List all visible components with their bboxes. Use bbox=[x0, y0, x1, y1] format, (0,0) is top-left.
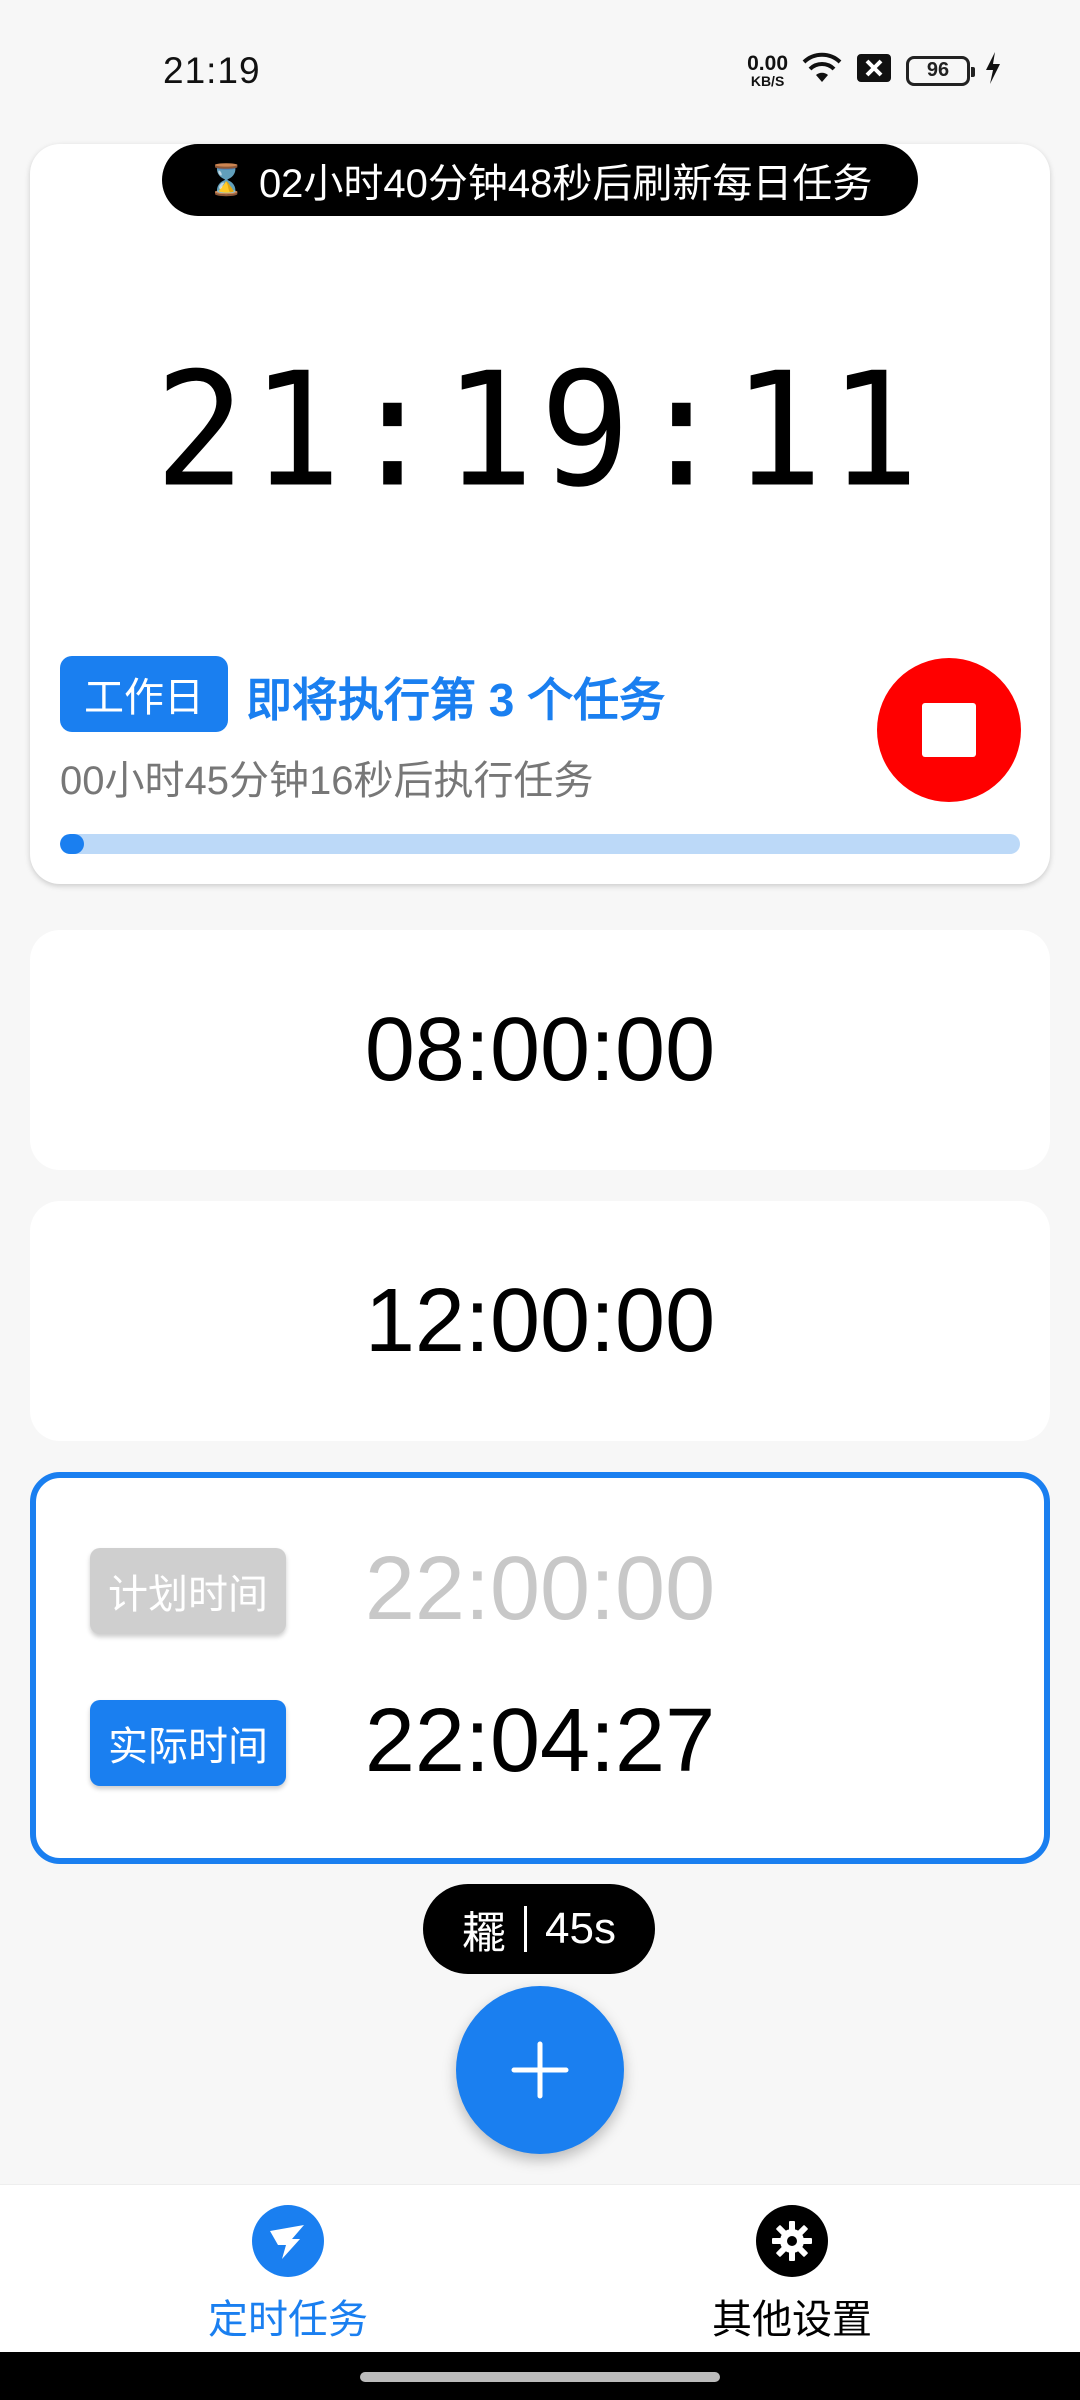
gesture-navigation-bar bbox=[0, 2352, 1080, 2400]
nav-label: 其他设置 bbox=[712, 2298, 872, 2342]
plus-icon bbox=[511, 2041, 569, 2099]
stop-icon bbox=[922, 703, 976, 757]
task-card[interactable]: 12:00:00 bbox=[30, 1201, 1050, 1441]
battery-level: 96 bbox=[926, 59, 950, 81]
refresh-countdown-pill: ⌛ 02小时40分钟48秒后刷新每日任务 bbox=[162, 144, 918, 216]
battery-icon: 96 bbox=[906, 55, 975, 86]
status-icons: 0.00 KB/S 96 bbox=[747, 52, 1002, 89]
nav-label: 定时任务 bbox=[208, 2298, 368, 2342]
nav-item-scheduled-tasks[interactable]: 定时任务 bbox=[158, 2205, 418, 2345]
plan-time: 22:00:00 bbox=[364, 1539, 716, 1639]
no-sim-icon bbox=[856, 53, 892, 88]
network-speed-value: 0.00 bbox=[747, 52, 788, 75]
wifi-icon bbox=[802, 52, 842, 89]
active-task-card[interactable]: 计划时间 22:00:00 实际时间 22:04:27 bbox=[30, 1472, 1050, 1864]
task-card[interactable]: 08:00:00 bbox=[30, 930, 1050, 1170]
delay-timer-pill[interactable]: 䎱 45s bbox=[423, 1884, 655, 1974]
task-countdown-text: 00小时45分钟16秒后执行任务 bbox=[60, 759, 594, 803]
hourglass-icon: ⌛ bbox=[207, 163, 245, 197]
home-gesture-handle[interactable] bbox=[360, 2372, 720, 2382]
progress-fill bbox=[60, 834, 84, 854]
status-time: 21:19 bbox=[163, 50, 261, 91]
gear-icon bbox=[756, 2205, 828, 2277]
network-speed: 0.00 KB/S bbox=[747, 53, 788, 88]
stop-button[interactable] bbox=[877, 658, 1021, 802]
bottom-navigation: 定时任务 其他设置 bbox=[0, 2184, 1080, 2352]
network-speed-unit: KB/S bbox=[750, 73, 785, 89]
add-task-button[interactable] bbox=[456, 1986, 624, 2154]
actual-time: 22:04:27 bbox=[364, 1691, 716, 1791]
digital-clock: 21:19:11 bbox=[154, 339, 926, 523]
task-time: 08:00:00 bbox=[364, 999, 716, 1100]
refresh-countdown-text: 02小时40分钟48秒后刷新每日任务 bbox=[258, 162, 873, 206]
progress-bar bbox=[60, 834, 1020, 854]
divider bbox=[524, 1906, 528, 1952]
charging-icon bbox=[984, 52, 1002, 89]
workday-badge: 工作日 bbox=[60, 656, 228, 732]
status-bar: 21:19 0.00 KB/S 96 bbox=[0, 0, 1080, 140]
next-task-text: 即将执行第 3 个任务 bbox=[246, 674, 666, 726]
delay-timer-value: 45s bbox=[545, 1904, 616, 1953]
dingtalk-icon bbox=[252, 2205, 324, 2277]
nav-item-other-settings[interactable]: 其他设置 bbox=[662, 2205, 922, 2345]
task-time: 12:00:00 bbox=[364, 1270, 716, 1371]
app-glyph-icon: 䎱 bbox=[462, 1908, 507, 1959]
status-card: ⌛ 02小时40分钟48秒后刷新每日任务 21:19:11 工作日 即将执行第 … bbox=[30, 144, 1050, 884]
